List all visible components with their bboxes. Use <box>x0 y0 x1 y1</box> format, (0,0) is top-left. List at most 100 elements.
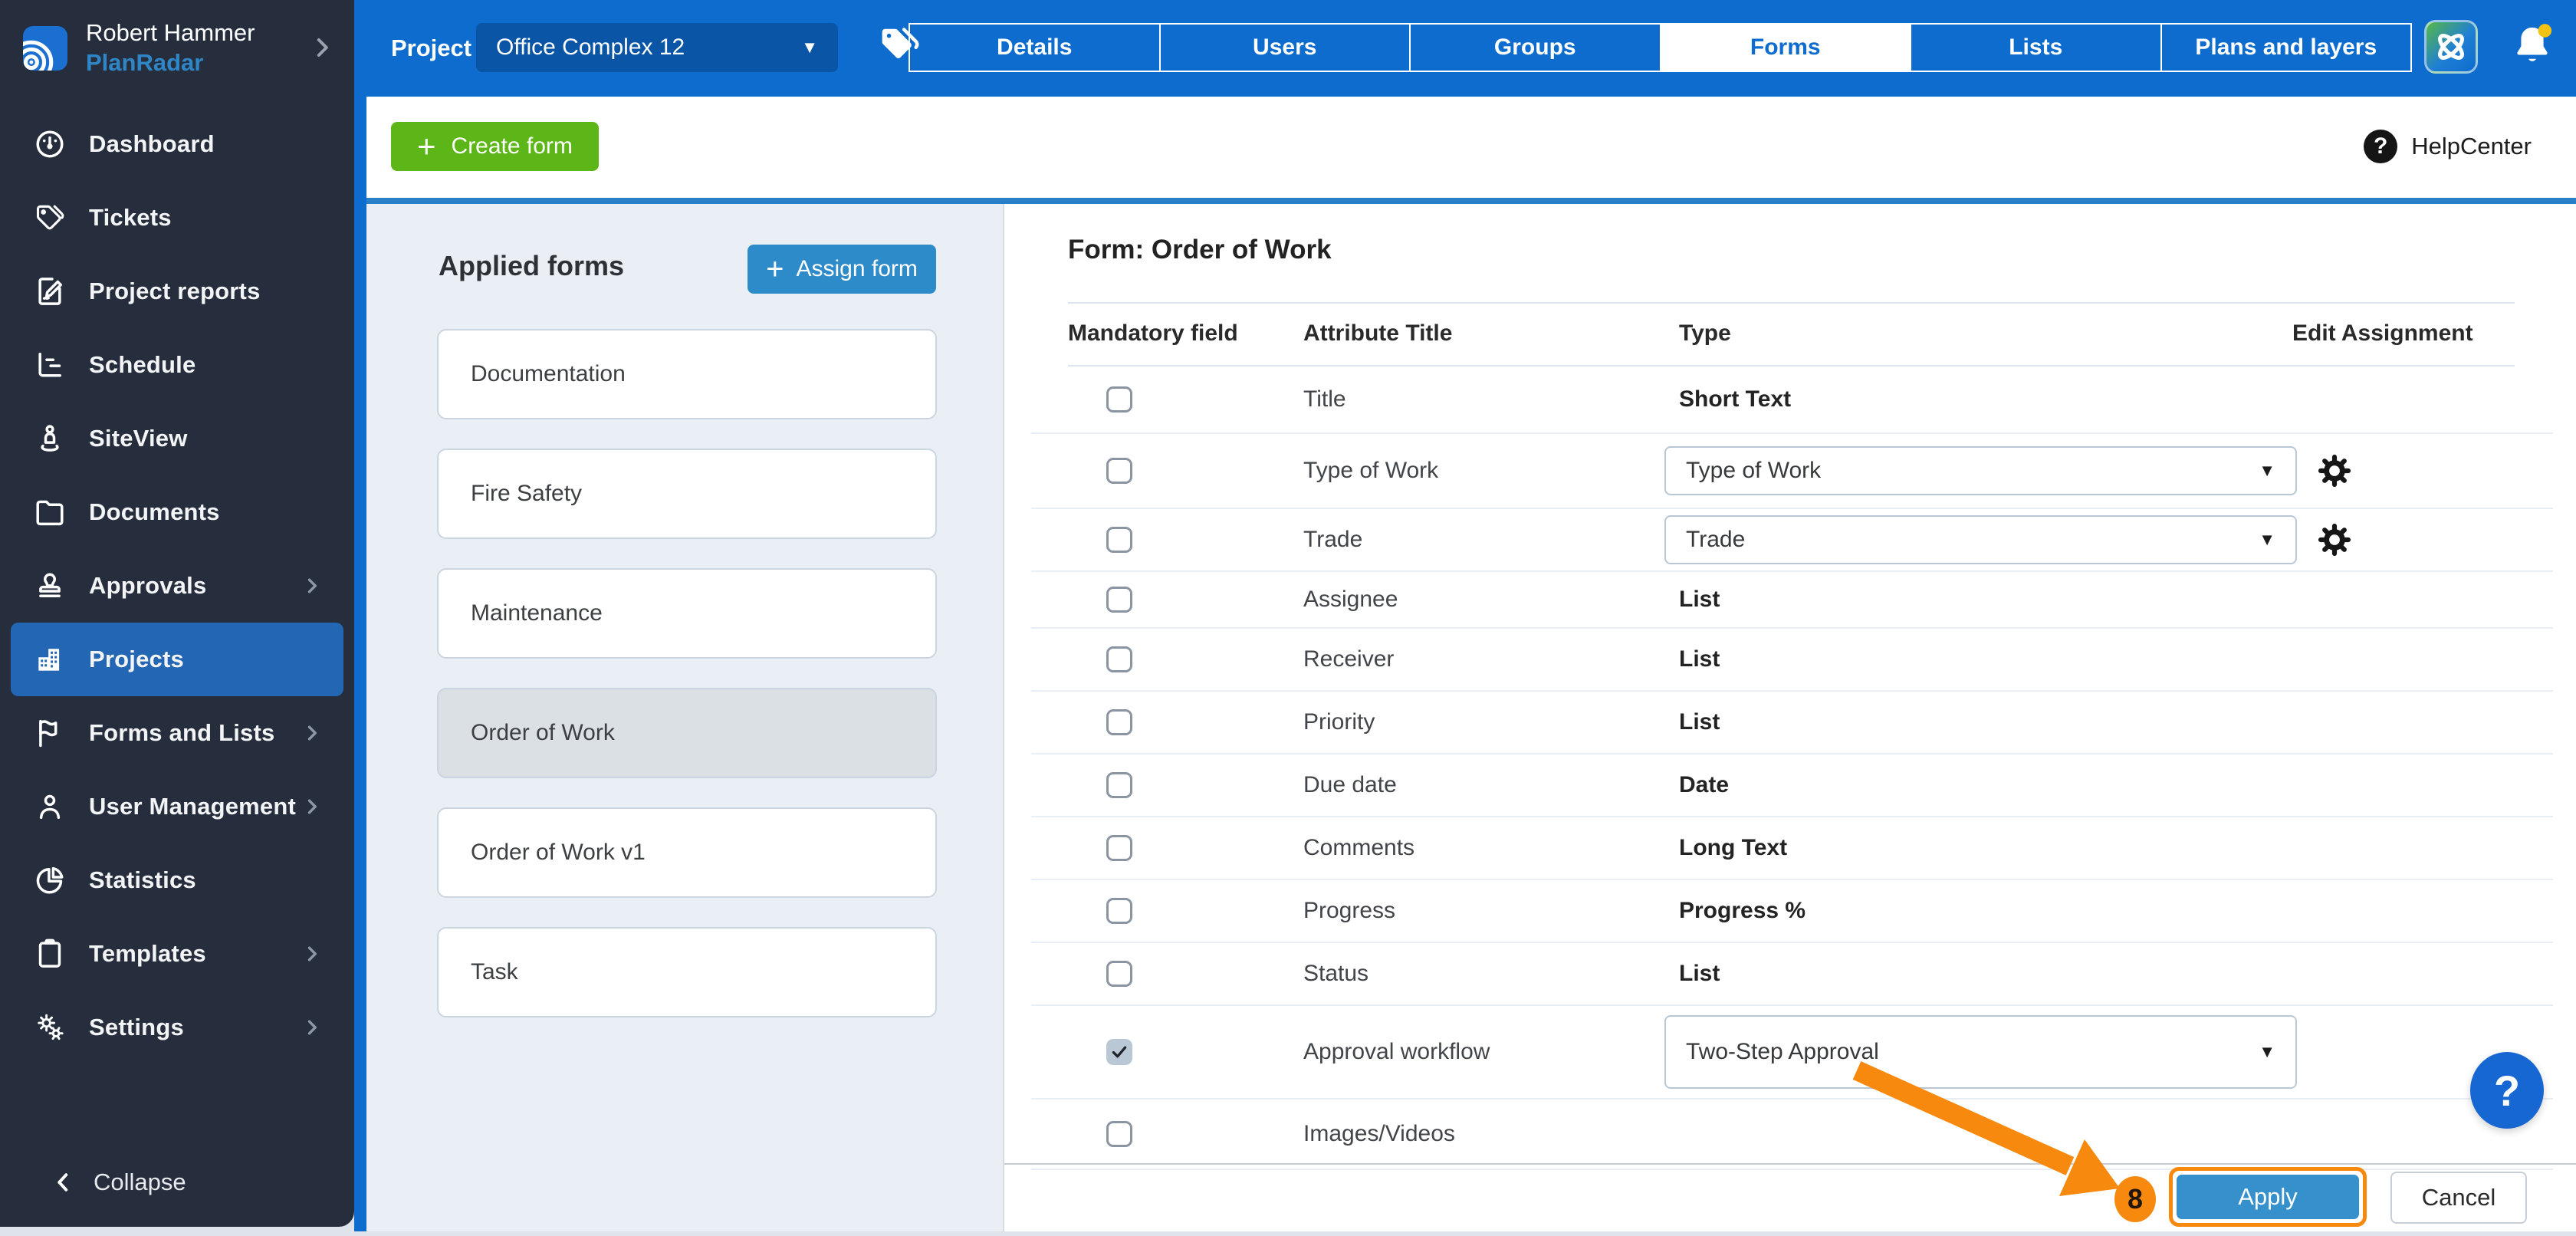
attribute-row-comments: CommentsLong Text <box>1031 817 2553 880</box>
mandatory-checkbox[interactable] <box>1106 527 1132 553</box>
type-select-approval-workflow[interactable]: Two-Step Approval ▼ <box>1664 1015 2297 1089</box>
sidebar-item-approvals[interactable]: Approvals <box>11 549 343 623</box>
form-card-fire-safety[interactable]: Fire Safety <box>437 449 937 539</box>
schedule-icon <box>32 347 67 383</box>
help-center-button[interactable]: ? HelpCenter <box>2364 122 2532 171</box>
sidebar-collapse-button[interactable]: Collapse <box>0 1152 186 1213</box>
type-select-trade[interactable]: Trade▼ <box>1664 515 2297 564</box>
sidebar-item-project-reports[interactable]: Project reports <box>11 255 343 328</box>
planradar-logo-icon <box>23 26 67 71</box>
type-select-value: Type of Work <box>1686 458 1821 484</box>
form-card-task[interactable]: Task <box>437 927 937 1017</box>
edit-assignment-gear-icon[interactable] <box>2317 522 2352 557</box>
applied-forms-panel: Applied forms + Assign form Documentatio… <box>366 204 1004 1231</box>
column-header-mandatory: Mandatory field <box>1068 321 1238 347</box>
dashboard-icon <box>32 127 67 162</box>
type-value: List <box>1679 646 1720 672</box>
tab-plans-and-layers[interactable]: Plans and layers <box>2160 25 2411 71</box>
mandatory-checkbox[interactable] <box>1106 386 1132 413</box>
caret-down-icon: ▼ <box>2259 1042 2275 1062</box>
mandatory-checkbox[interactable] <box>1106 1121 1132 1147</box>
cancel-button[interactable]: Cancel <box>2390 1172 2527 1224</box>
sidebar-item-label: Projects <box>89 646 184 673</box>
sidebar-item-settings[interactable]: Settings <box>11 991 343 1064</box>
mandatory-checkbox[interactable] <box>1106 587 1132 613</box>
tab-groups[interactable]: Groups <box>1409 25 1660 71</box>
apply-button[interactable]: Apply <box>2177 1175 2359 1219</box>
sidebar-item-label: Schedule <box>89 351 196 379</box>
sidebar-item-schedule[interactable]: Schedule <box>11 328 343 402</box>
caret-down-icon: ▼ <box>801 38 818 58</box>
attribute-row-receiver: Receiver List <box>1031 629 2553 692</box>
tab-lists[interactable]: Lists <box>1910 25 2160 71</box>
sidebar-item-projects[interactable]: Projects <box>11 623 343 696</box>
help-center-label: HelpCenter <box>2411 133 2532 160</box>
apply-button-highlight: Apply <box>2169 1167 2367 1227</box>
type-select-value: Two-Step Approval <box>1686 1039 1879 1065</box>
mandatory-checkbox[interactable] <box>1106 961 1132 987</box>
notifications-bell-icon[interactable] <box>2505 20 2559 74</box>
tab-users[interactable]: Users <box>1159 25 1410 71</box>
attribute-title: Receiver <box>1303 646 1394 672</box>
type-value: List <box>1679 961 1720 987</box>
edit-assignment-gear-icon[interactable] <box>2317 453 2352 488</box>
statistics-icon <box>32 863 67 898</box>
form-card-documentation[interactable]: Documentation <box>437 329 937 419</box>
account-identity: Robert Hammer PlanRadar <box>86 18 255 78</box>
sidebar-item-tickets[interactable]: Tickets <box>11 181 343 255</box>
attribute-row-approval-workflow: Approval workflowTwo-Step Approval▼ <box>1031 1006 2553 1100</box>
caret-down-icon: ▼ <box>2259 461 2275 481</box>
forms-and-lists-icon <box>32 715 67 751</box>
attribute-title: Comments <box>1303 835 1414 861</box>
type-value: Short Text <box>1679 386 1791 413</box>
brand-name: PlanRadar <box>86 48 255 78</box>
mandatory-checkbox[interactable] <box>1106 458 1132 484</box>
chevron-right-icon <box>299 1014 325 1040</box>
sidebar-item-user-management[interactable]: User Management <box>11 770 343 843</box>
attribute-title: Images/Videos <box>1303 1121 1455 1147</box>
sidebar-item-statistics[interactable]: Statistics <box>11 843 343 917</box>
attribute-row-assignee: AssigneeList <box>1031 572 2553 629</box>
attributes-table-header: Mandatory field Attribute Title Type Edi… <box>1068 302 2515 365</box>
mandatory-checkbox[interactable] <box>1106 709 1132 735</box>
tab-details[interactable]: Details <box>910 25 1159 71</box>
form-detail-panel: Form: Order of Work Mandatory field Attr… <box>1004 204 2576 1231</box>
mandatory-checkbox[interactable] <box>1106 646 1132 672</box>
attribute-title: Progress <box>1303 898 1395 924</box>
type-select-value: Trade <box>1686 527 1745 553</box>
sidebar-item-label: Settings <box>89 1014 184 1041</box>
mandatory-checkbox[interactable] <box>1106 1039 1132 1065</box>
attribute-row-title: TitleShort Text <box>1031 367 2553 434</box>
attribute-title: Status <box>1303 961 1368 987</box>
mandatory-checkbox[interactable] <box>1106 772 1132 798</box>
mandatory-checkbox[interactable] <box>1106 898 1132 924</box>
sidebar-item-label: Forms and Lists <box>89 719 274 747</box>
column-header-type: Type <box>1679 321 1731 347</box>
attribute-title: Trade <box>1303 527 1362 553</box>
sidebar-item-templates[interactable]: Templates <box>11 917 343 991</box>
user-management-icon <box>32 789 67 824</box>
account-header[interactable]: Robert Hammer PlanRadar <box>0 0 354 97</box>
settings-icon <box>32 1010 67 1045</box>
forms-toolbar: + Create form ? HelpCenter <box>366 97 2576 198</box>
floating-help-button[interactable]: ? <box>2470 1052 2544 1129</box>
attribute-row-trade: TradeTrade▼ <box>1031 509 2553 572</box>
account-chevron-right-icon[interactable] <box>307 32 337 63</box>
type-select-type-of-work[interactable]: Type of Work ▼ <box>1664 446 2297 495</box>
app-switcher-icon[interactable] <box>2424 20 2478 74</box>
tab-forms[interactable]: Forms <box>1660 25 1911 71</box>
assign-form-button[interactable]: + Assign form <box>748 245 936 294</box>
chevron-right-icon <box>299 794 325 820</box>
sidebar-item-dashboard[interactable]: Dashboard <box>11 107 343 181</box>
sidebar-item-forms-and-lists[interactable]: Forms and Lists <box>11 696 343 770</box>
mandatory-checkbox[interactable] <box>1106 835 1132 861</box>
attribute-row-due-date: Due dateDate <box>1031 754 2553 817</box>
form-card-order-of-work-v1[interactable]: Order of Work v1 <box>437 807 937 898</box>
create-form-button[interactable]: + Create form <box>391 122 599 171</box>
form-card-maintenance[interactable]: Maintenance <box>437 568 937 659</box>
sidebar-item-documents[interactable]: Documents <box>11 475 343 549</box>
notification-dot <box>2538 24 2552 38</box>
project-select[interactable]: Office Complex 12 ▼ <box>476 23 838 72</box>
form-card-order-of-work[interactable]: Order of Work <box>437 688 937 778</box>
sidebar-item-siteview[interactable]: SiteView <box>11 402 343 475</box>
